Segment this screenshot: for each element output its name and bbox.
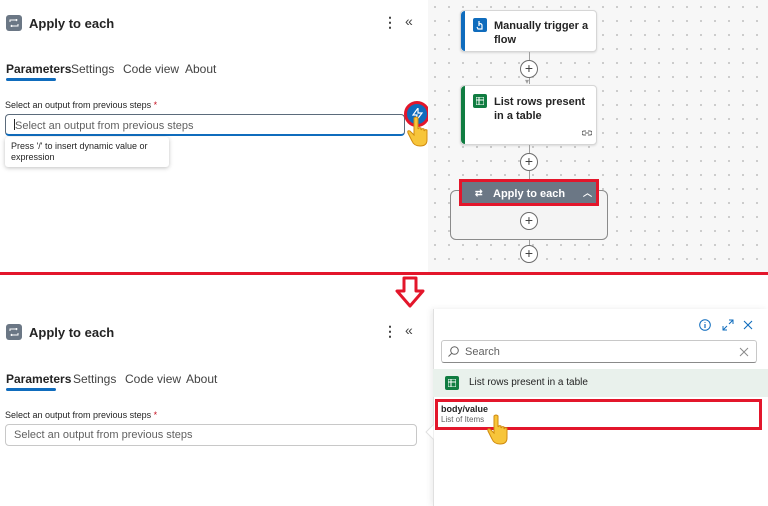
loop-card-title: Apply to each (493, 188, 566, 200)
tooltip: Press '/' to insert dynamic value or exp… (5, 137, 169, 167)
item-name: body/value (441, 404, 489, 414)
section-divider (0, 272, 768, 275)
down-arrow-icon (395, 276, 425, 308)
excel-accent (461, 86, 465, 144)
search-input[interactable]: Search (441, 340, 757, 363)
clear-icon[interactable] (739, 347, 749, 357)
loop-icon (6, 15, 22, 31)
loop-icon (6, 324, 22, 340)
list-rows-card-title: List rows present in a table (494, 96, 586, 122)
section-title: List rows present in a table (469, 377, 588, 388)
info-icon[interactable] (699, 319, 711, 331)
trigger-card-title: Manually trigger a flow (494, 20, 589, 46)
expand-icon[interactable] (722, 319, 734, 331)
trigger-accent (461, 11, 465, 51)
excel-icon (473, 94, 487, 108)
tab-settings[interactable]: Settings (71, 62, 114, 76)
excel-icon (445, 376, 459, 390)
connector (529, 78, 530, 84)
collapse-icon[interactable]: « (405, 13, 413, 29)
link-icon (582, 130, 592, 136)
close-icon[interactable] (743, 320, 753, 330)
search-icon (448, 346, 459, 357)
output-input[interactable]: Select an output from previous steps (5, 114, 405, 136)
tab-settings[interactable]: Settings (73, 372, 116, 386)
list-rows-card[interactable]: List rows present in a table (460, 85, 597, 145)
popup-section-header[interactable]: List rows present in a table (433, 369, 768, 397)
tab-code-view[interactable]: Code view (125, 372, 181, 386)
tab-active-indicator (6, 78, 56, 81)
tab-parameters[interactable]: Parameters (6, 62, 71, 76)
tab-about[interactable]: About (185, 62, 216, 76)
connector (529, 145, 530, 153)
plus-icon[interactable]: + (520, 60, 538, 78)
more-icon[interactable]: ⋮ (383, 14, 397, 31)
panel-title: Apply to each (29, 325, 115, 340)
tab-code-view[interactable]: Code view (123, 62, 179, 76)
chevron-up-icon[interactable]: ︿ (583, 186, 592, 199)
trigger-card[interactable]: Manually trigger a flow (460, 10, 597, 52)
more-icon[interactable]: ⋮ (383, 323, 397, 340)
output-input[interactable]: Select an output from previous steps (5, 424, 417, 446)
tab-about[interactable]: About (186, 372, 217, 386)
popup-pointer (425, 424, 434, 440)
loop-card-header[interactable]: ⇄ Apply to each ︿ (459, 179, 599, 206)
collapse-icon[interactable]: « (405, 322, 413, 338)
plus-icon[interactable]: + (520, 153, 538, 171)
plus-icon[interactable]: + (520, 245, 538, 263)
search-placeholder: Search (465, 346, 500, 358)
item-description: List of Items (441, 415, 485, 424)
pointer-hand-icon (487, 414, 508, 445)
tab-active-indicator (6, 388, 56, 391)
loop-icon: ⇄ (475, 188, 483, 198)
plus-icon[interactable]: + (520, 212, 538, 230)
connector (529, 171, 530, 179)
field-label: Select an output from previous steps * (5, 100, 158, 110)
tab-parameters[interactable]: Parameters (6, 372, 71, 386)
dynamic-item-body-value[interactable]: body/value List of Items (435, 399, 762, 430)
field-label: Select an output from previous steps * (5, 410, 158, 420)
trigger-icon (473, 18, 487, 32)
panel-title: Apply to each (29, 16, 115, 31)
